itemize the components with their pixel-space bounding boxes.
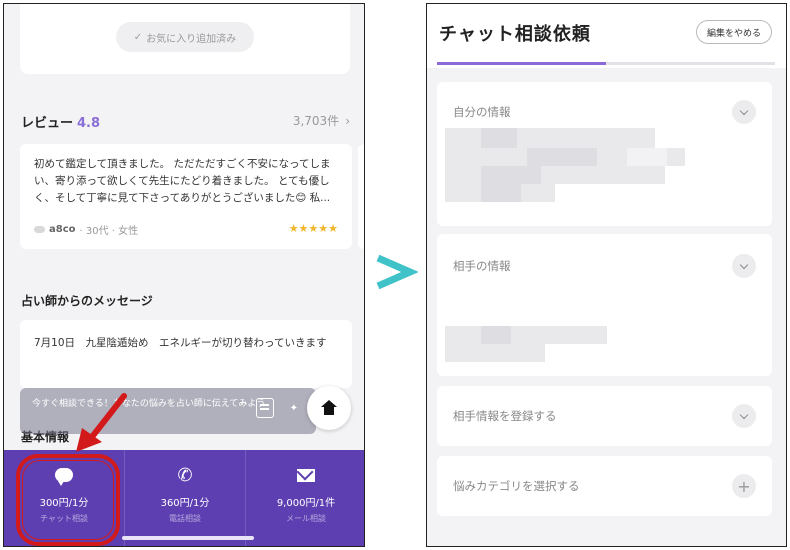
register-partner-panel[interactable]: 相手情報を登録する bbox=[437, 386, 772, 446]
review-demographics: · 30代 · 女性 bbox=[79, 226, 139, 237]
star-rating: ★★★★★ bbox=[288, 222, 338, 235]
tab-mail-consult[interactable]: 9,000円/1件 メール相談 bbox=[246, 450, 364, 546]
red-arrow-icon bbox=[76, 393, 127, 452]
comparison-screenshot: ✓ お気に入り追加済み レビュー 4.8 3,703件 › 初めて鑑定して頂きまし… bbox=[0, 0, 790, 550]
self-info-label: 自分の情報 bbox=[453, 105, 511, 119]
message-heading: 占い師からのメッセージ bbox=[21, 294, 153, 308]
review-username: a8co bbox=[49, 224, 76, 235]
self-info-panel[interactable]: 自分の情報 bbox=[437, 82, 772, 226]
tab-price: 9,000円/1件 bbox=[276, 498, 336, 509]
review-card[interactable]: 初めて鑑定して頂きました。 ただただすごく不安になってしまい、寄り添って欲しくて… bbox=[20, 144, 352, 249]
mail-icon bbox=[297, 464, 315, 488]
partner-info-label: 相手の情報 bbox=[453, 259, 511, 273]
redacted-info bbox=[445, 326, 607, 344]
consult-prompt-toast[interactable]: 今すぐ相談できる！あなたの悩みを占い師に伝えてみよう ✦ + bbox=[20, 388, 316, 434]
redacted-info bbox=[481, 326, 511, 344]
tab-phone-consult[interactable]: ✆ 360円/1分 電話相談 bbox=[125, 450, 246, 546]
page-title: チャット相談依頼 bbox=[439, 24, 591, 45]
check-icon: ✓ bbox=[133, 31, 143, 43]
redacted-info bbox=[481, 128, 517, 148]
chevron-down-icon[interactable] bbox=[732, 254, 756, 278]
chevron-right-icon: › bbox=[345, 113, 350, 128]
clipboard-icon bbox=[256, 398, 274, 418]
fortune-teller-profile-screen: ✓ お気に入り追加済み レビュー 4.8 3,703件 › 初めて鑑定して頂きまし… bbox=[3, 3, 365, 547]
redacted-info bbox=[527, 148, 597, 166]
redacted-info bbox=[481, 184, 521, 202]
message-text: 7月10日 九星陰遁始め エネルギーが切り替わっていきます bbox=[34, 337, 327, 349]
favorite-button-label: お気に入り追加済み bbox=[146, 33, 237, 45]
review-score: 4.8 bbox=[77, 116, 101, 131]
tab-label: 電話相談 bbox=[169, 514, 201, 523]
chat-request-screen: チャット相談依頼 編集をやめる 自分の情報 相手の情報 相手情報を登録する 悩み… bbox=[426, 3, 787, 547]
redacted-info bbox=[481, 166, 541, 184]
partner-info-panel[interactable]: 相手の情報 bbox=[437, 234, 772, 376]
review-title: レビュー bbox=[21, 116, 74, 131]
highlight-ring-annotation bbox=[16, 454, 120, 546]
stop-editing-button[interactable]: 編集をやめる bbox=[695, 20, 772, 44]
sparkle-small-icon: + bbox=[239, 398, 246, 407]
home-indicator bbox=[122, 536, 254, 540]
next-review-card[interactable] bbox=[358, 144, 364, 249]
redacted-info bbox=[627, 148, 667, 166]
review-count: 3,703件 bbox=[292, 114, 340, 128]
progress-fill bbox=[437, 62, 606, 65]
toast-text: 今すぐ相談できる！あなたの悩みを占い師に伝えてみよう bbox=[32, 399, 266, 409]
tab-price: 360円/1分 bbox=[160, 498, 210, 509]
review-meta: a8co · 30代 · 女性 bbox=[34, 222, 138, 237]
home-icon bbox=[321, 400, 337, 415]
select-category-label: 悩みカテゴリを選択する bbox=[453, 479, 580, 493]
chevron-down-icon[interactable] bbox=[732, 404, 756, 428]
favorite-card: ✓ お気に入り追加済み bbox=[20, 4, 350, 74]
sparkle-icon: ✦ bbox=[289, 403, 298, 414]
message-card: 7月10日 九星陰遁始め エネルギーが切り替わっていきます bbox=[20, 320, 352, 388]
plus-icon[interactable]: + bbox=[732, 474, 756, 498]
redacted-info bbox=[445, 344, 545, 362]
progress-bar bbox=[437, 62, 775, 65]
chevron-right-icon bbox=[376, 254, 418, 290]
review-heading: レビュー 4.8 bbox=[21, 112, 100, 131]
user-avatar-icon bbox=[34, 226, 45, 233]
redacted-info bbox=[445, 166, 665, 184]
phone-icon: ✆ bbox=[177, 465, 193, 486]
review-count-link[interactable]: 3,703件 › bbox=[293, 112, 350, 129]
tab-label: メール相談 bbox=[286, 514, 326, 523]
select-category-panel[interactable]: 悩みカテゴリを選択する + bbox=[437, 456, 772, 516]
home-button[interactable] bbox=[307, 386, 351, 430]
register-partner-label: 相手情報を登録する bbox=[453, 409, 557, 423]
chevron-down-icon[interactable] bbox=[732, 100, 756, 124]
header: チャット相談依頼 編集をやめる bbox=[427, 4, 786, 68]
redacted-info bbox=[445, 128, 655, 148]
favorite-added-button[interactable]: ✓ お気に入り追加済み bbox=[116, 22, 254, 52]
review-text: 初めて鑑定して頂きました。 ただただすごく不安になってしまい、寄り添って欲しくて… bbox=[34, 158, 331, 204]
